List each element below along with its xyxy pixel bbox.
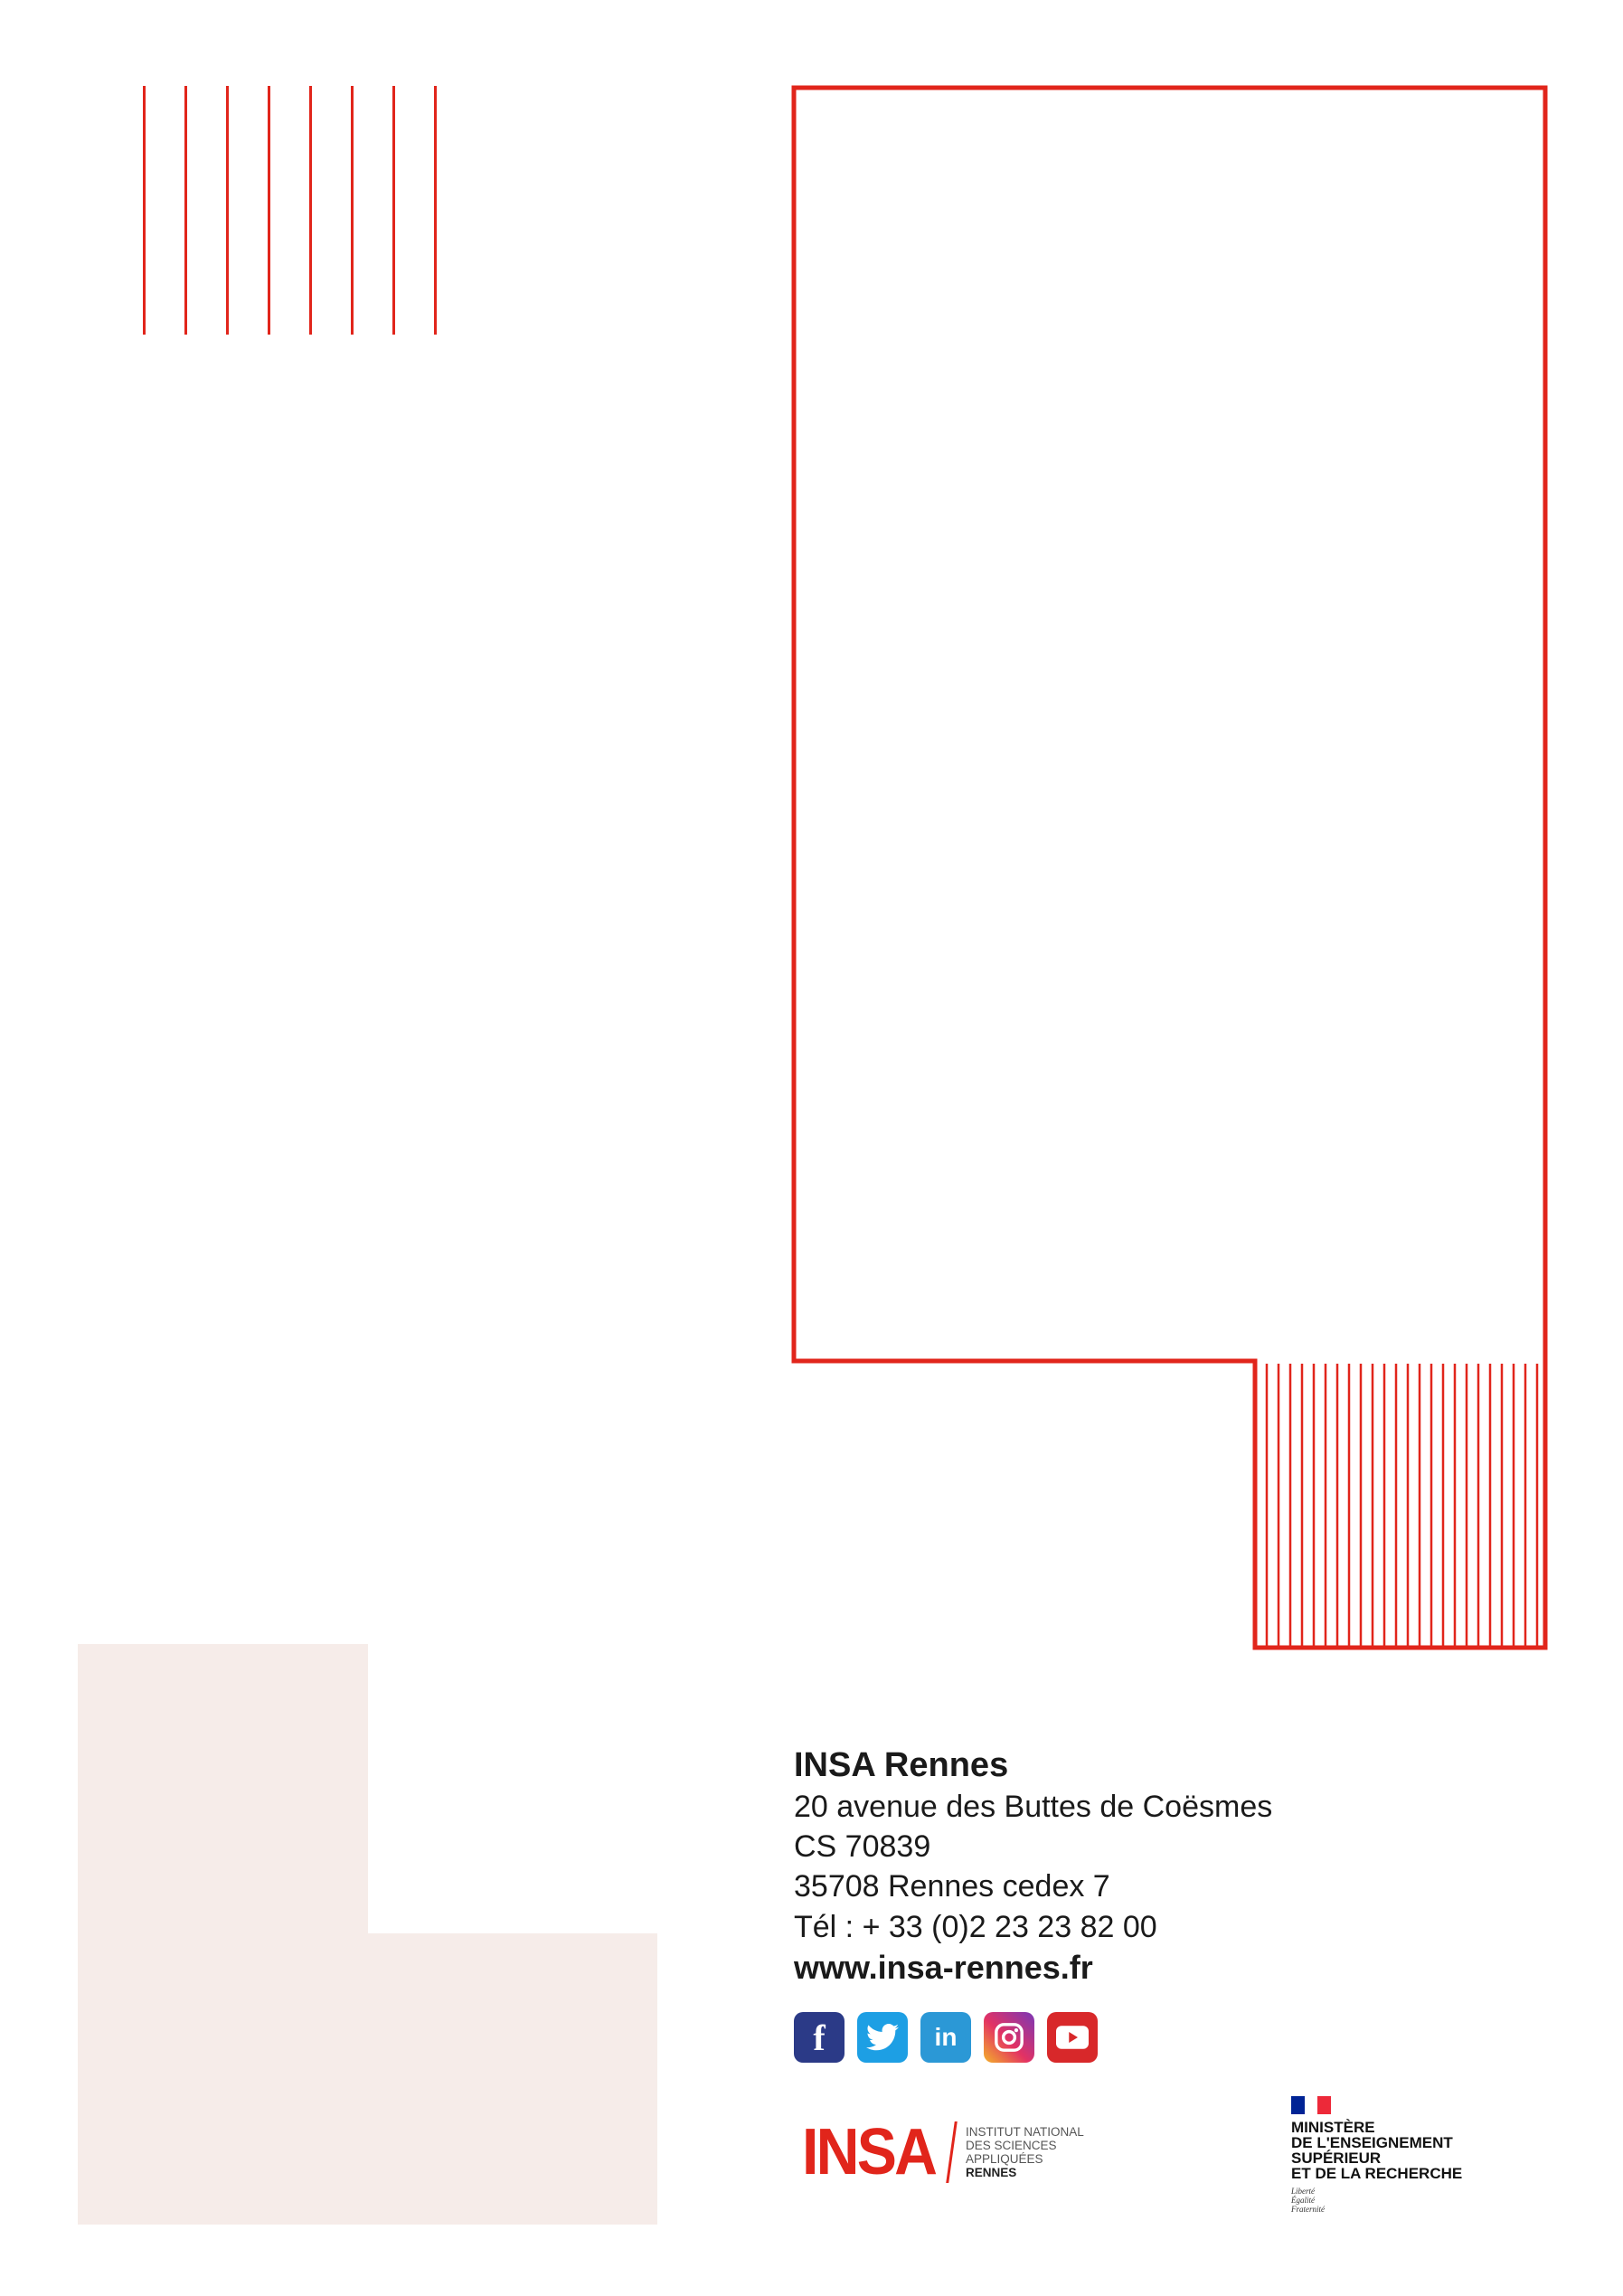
insa-logo-subtitle: INSTITUT NATIONAL DES SCIENCES APPLIQUÉE… bbox=[966, 2125, 1084, 2179]
phone-number: Tél : + 33 (0)2 23 23 82 00 bbox=[794, 1910, 1157, 1944]
ministry-motto: Liberté Égalité Fraternité bbox=[1291, 2187, 1462, 2214]
frame-hatching bbox=[1265, 1364, 1539, 1646]
street-address: 20 avenue des Buttes de Coësmes bbox=[794, 1790, 1273, 1824]
ministry-line: ET DE LA RECHERCHE bbox=[1291, 2165, 1463, 2182]
frame-outline bbox=[791, 85, 1548, 1650]
linkedin-icon[interactable]: in bbox=[920, 2012, 971, 2063]
insa-logo-line: RENNES bbox=[966, 2166, 1017, 2179]
insa-logo: INSA INSTITUT NATIONAL DES SCIENCES APPL… bbox=[802, 2116, 1084, 2188]
ministry-line: DE L'ENSEIGNEMENT bbox=[1291, 2134, 1453, 2151]
website-link[interactable]: www.insa-rennes.fr bbox=[794, 1948, 1427, 1988]
content-frame bbox=[791, 85, 1548, 1650]
postal-box: CS 70839 bbox=[794, 1829, 931, 1864]
ministry-line: MINISTÈRE bbox=[1291, 2119, 1375, 2136]
organization-name: INSA Rennes bbox=[794, 1746, 1009, 1784]
french-flag-icon bbox=[1291, 2096, 1332, 2114]
city-address: 35708 Rennes cedex 7 bbox=[794, 1869, 1110, 1904]
motto-line: Égalité bbox=[1291, 2196, 1315, 2205]
instagram-camera-icon bbox=[995, 2023, 1024, 2052]
ministry-name: MINISTÈRE DE L'ENSEIGNEMENT SUPÉRIEUR ET… bbox=[1291, 2120, 1462, 2181]
instagram-icon[interactable] bbox=[984, 2012, 1034, 2063]
insa-logo-separator bbox=[946, 2121, 958, 2183]
insa-logo-word: INSA bbox=[802, 2116, 938, 2188]
facebook-icon[interactable]: f bbox=[794, 2012, 845, 2063]
twitter-bird-icon bbox=[866, 2024, 899, 2051]
insa-logo-line: DES SCIENCES bbox=[966, 2139, 1057, 2152]
decorative-block bbox=[368, 1933, 657, 2225]
motto-line: Fraternité bbox=[1291, 2205, 1325, 2214]
ministry-line: SUPÉRIEUR bbox=[1291, 2150, 1382, 2167]
twitter-icon[interactable] bbox=[857, 2012, 908, 2063]
youtube-icon[interactable] bbox=[1047, 2012, 1098, 2063]
social-links: f in bbox=[794, 2012, 1098, 2063]
motto-line: Liberté bbox=[1291, 2187, 1315, 2196]
ministry-logo: MINISTÈRE DE L'ENSEIGNEMENT SUPÉRIEUR ET… bbox=[1291, 2096, 1462, 2214]
decorative-block bbox=[78, 1644, 368, 2225]
youtube-play-icon bbox=[1056, 2026, 1089, 2049]
insa-logo-line: APPLIQUÉES bbox=[966, 2152, 1043, 2166]
insa-logo-line: INSTITUT NATIONAL bbox=[966, 2125, 1084, 2139]
